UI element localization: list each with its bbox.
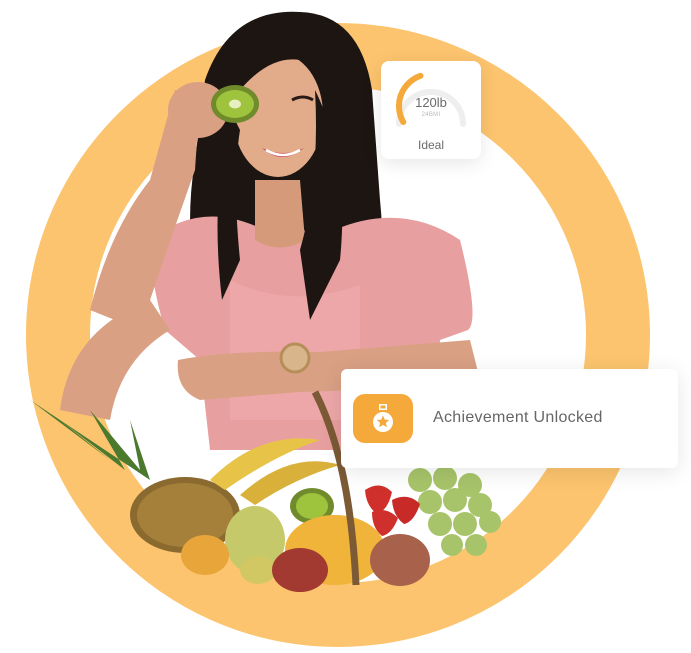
weight-bmi: 24BMI	[421, 112, 441, 118]
medal-badge	[353, 394, 413, 443]
hero-photo-ring	[26, 11, 650, 647]
medal-star-icon	[373, 404, 393, 432]
achievement-label: Achievement Unlocked	[433, 409, 603, 426]
weight-card: 120lb 24BMI Ideal	[381, 61, 481, 159]
weight-status: Ideal	[417, 138, 445, 152]
achievement-card: Achievement Unlocked	[341, 369, 678, 468]
weight-value: 120lb	[415, 95, 447, 110]
hero-illustration: 120lb 24BMI Ideal Achievement Unlocked	[0, 0, 691, 653]
